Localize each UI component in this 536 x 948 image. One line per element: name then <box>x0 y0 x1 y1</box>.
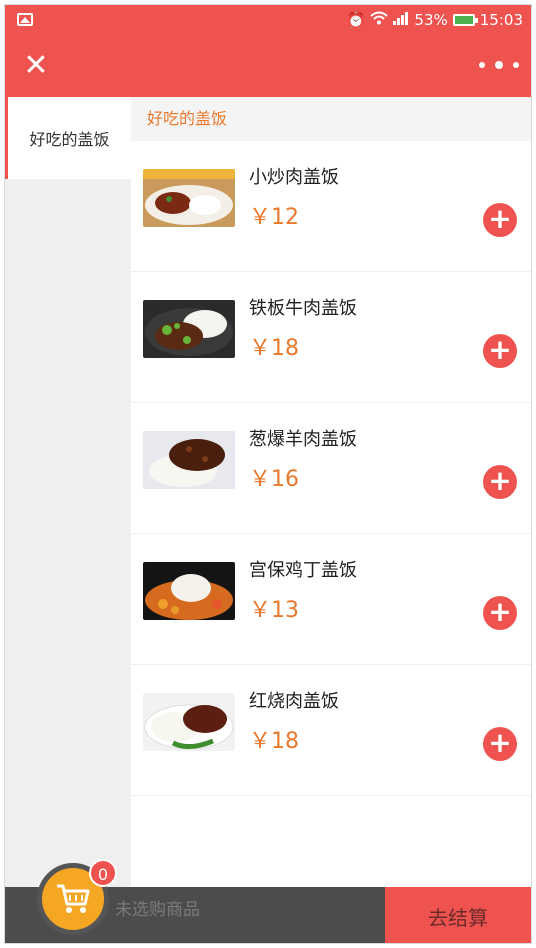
cart-empty-text: 未选购商品 <box>115 900 200 920</box>
item-name: 宫保鸡丁盖饭 <box>249 560 357 581</box>
list-item: 宫保鸡丁盖饭 ￥13 + <box>131 534 531 665</box>
more-icon[interactable] <box>479 55 519 75</box>
sidebar-item-rice[interactable]: 好吃的盖饭 <box>5 97 131 179</box>
status-bar: ⏰ 53% 15:03 <box>5 5 531 35</box>
add-icon[interactable]: + <box>483 203 517 237</box>
status-time: 15:03 <box>479 11 523 29</box>
item-price: ￥12 <box>249 205 299 230</box>
status-indicators: ⏰ 53% 15:03 <box>347 11 523 29</box>
food-image <box>143 693 235 751</box>
close-icon[interactable]: ✕ <box>19 49 53 83</box>
gallery-icon <box>17 13 33 26</box>
battery-percent: 53% <box>414 11 448 29</box>
item-name: 红烧肉盖饭 <box>249 691 339 712</box>
food-image <box>143 562 235 620</box>
list-item: 葱爆羊肉盖饭 ￥16 + <box>131 403 531 534</box>
item-name: 小炒肉盖饭 <box>249 167 339 188</box>
category-sidebar: 好吃的盖饭 <box>5 97 131 887</box>
add-icon[interactable]: + <box>483 465 517 499</box>
add-icon[interactable]: + <box>483 334 517 368</box>
menu-list: 好吃的盖饭 小炒肉盖饭 ￥12 + 铁板牛肉盖饭 ￥18 + 葱爆羊肉盖饭 ￥1… <box>131 97 531 887</box>
item-price: ￥13 <box>249 598 299 623</box>
battery-icon <box>452 14 478 26</box>
cart-count-badge: 0 <box>89 859 117 887</box>
list-item: 铁板牛肉盖饭 ￥18 + <box>131 272 531 403</box>
item-price: ￥18 <box>249 729 299 754</box>
app-frame: ⏰ 53% 15:03 ✕ 好吃的盖饭 好吃的盖饭 小炒肉盖饭 ￥12 + 铁板… <box>4 4 532 944</box>
checkout-button[interactable]: 去结算 <box>385 887 531 943</box>
item-name: 铁板牛肉盖饭 <box>249 298 357 319</box>
alarm-icon: ⏰ <box>346 11 366 29</box>
list-item: 红烧肉盖饭 ￥18 + <box>131 665 531 796</box>
food-image <box>143 300 235 358</box>
signal-icon <box>393 11 409 29</box>
wifi-icon <box>370 11 389 29</box>
item-name: 葱爆羊肉盖饭 <box>249 429 357 450</box>
category-header: 好吃的盖饭 <box>131 97 531 141</box>
add-icon[interactable]: + <box>483 596 517 630</box>
add-icon[interactable]: + <box>483 727 517 761</box>
item-price: ￥16 <box>249 467 299 492</box>
nav-bar: ✕ <box>5 35 531 97</box>
food-image <box>143 431 235 489</box>
list-item: 小炒肉盖饭 ￥12 + <box>131 141 531 272</box>
item-price: ￥18 <box>249 336 299 361</box>
food-image <box>143 169 235 227</box>
